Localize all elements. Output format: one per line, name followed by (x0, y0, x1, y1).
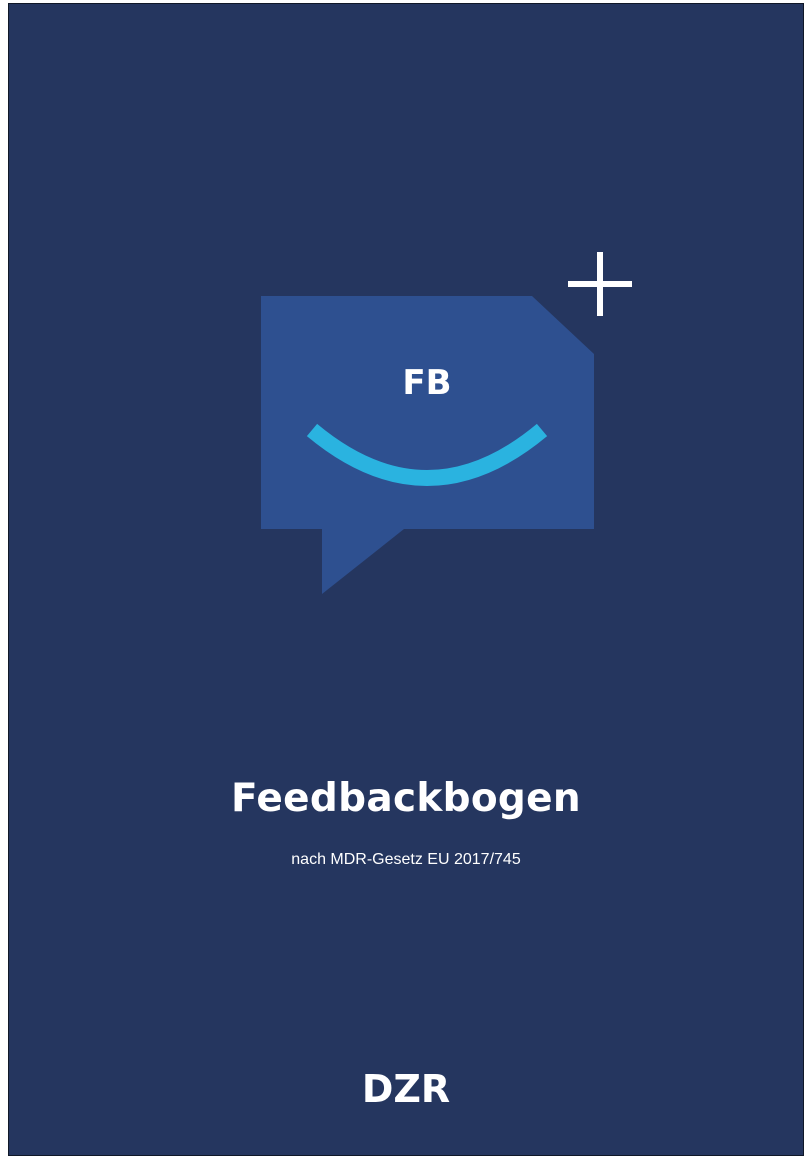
brand-logo: DZR (9, 1064, 803, 1124)
dzr-logo-icon: DZR (362, 1067, 450, 1111)
speech-bubble-icon (261, 296, 594, 594)
feedback-logo: FB (261, 252, 632, 594)
page-title: Feedbackbogen (231, 776, 581, 821)
page-subtitle: nach MDR-Gesetz EU 2017/745 (291, 851, 521, 868)
splash-screen: FB Feedbackbogen nach MDR-Gesetz EU 2017… (8, 3, 804, 1156)
logo-initials: FB (402, 363, 451, 403)
brand-text: DZR (362, 1067, 450, 1111)
plus-icon (568, 252, 632, 316)
